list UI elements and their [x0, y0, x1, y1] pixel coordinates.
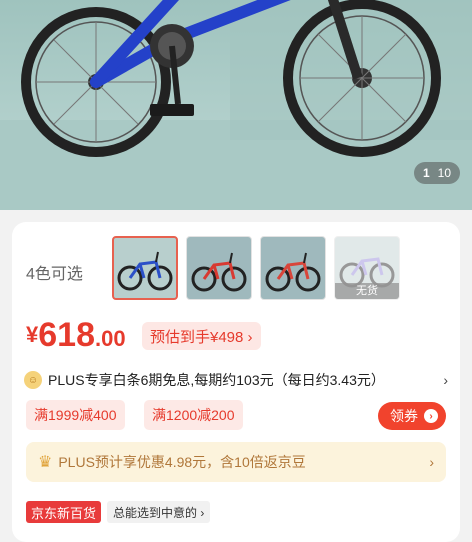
chevron-right-icon: ›	[443, 372, 448, 388]
color-option-red-2[interactable]	[260, 236, 326, 300]
price-decimal: .00	[94, 326, 126, 351]
image-counter-total: 10	[437, 166, 451, 180]
plus-discount-banner[interactable]: ♛ PLUS预计享优惠4.98元，含10倍返京豆 ›	[26, 442, 446, 482]
color-count-label: 4色可选	[26, 266, 83, 283]
color-option-purple[interactable]: 无货	[334, 236, 400, 300]
choice-tag[interactable]: 总能选到中意的 ›	[107, 501, 211, 523]
bike-image	[0, 0, 472, 210]
plus-installment-text: PLUS专享白条6期免息,每期约103元（每日约3.43元）	[48, 372, 385, 388]
price: ¥618.00	[26, 316, 126, 355]
price-integer: 618	[38, 316, 95, 354]
color-selector: 4色可选 无货	[26, 236, 446, 302]
color-option-red[interactable]	[186, 236, 252, 300]
chevron-right-icon: ›	[429, 454, 434, 470]
product-info-card: 4色可选 无货 ¥618.00 预估到手¥498 › ☺ PLUS专享白条6期免…	[12, 222, 460, 542]
get-coupon-label: 领券	[390, 408, 418, 424]
price-row: ¥618.00 预估到手¥498 ›	[26, 316, 446, 360]
sold-out-tag: 无货	[335, 283, 399, 299]
coupon-1999-400[interactable]: 满1999减400	[26, 400, 125, 430]
arrow-right-icon: ›	[424, 409, 438, 423]
plus-badge-icon: ☺	[24, 371, 42, 389]
jd-department-store-tag[interactable]: 京东新百货	[26, 501, 102, 523]
product-gallery[interactable]: 1 10	[0, 0, 472, 210]
estimated-price-button[interactable]: 预估到手¥498 ›	[142, 322, 261, 350]
image-counter: 1 10	[413, 162, 460, 184]
currency-symbol: ¥	[26, 322, 39, 347]
plus-discount-text: PLUS预计享优惠4.98元，含10倍返京豆	[58, 454, 306, 470]
plus-installment-row[interactable]: ☺ PLUS专享白条6期免息,每期约103元（每日约3.43元） ›	[24, 368, 448, 392]
image-counter-current: 1	[422, 166, 430, 180]
crown-icon: ♛	[38, 454, 53, 471]
coupon-row: 满1999减400 满1200减200 领券 ›	[26, 400, 446, 432]
color-option-blue[interactable]	[112, 236, 178, 300]
store-tags-row: 京东新百货 总能选到中意的 ›	[26, 500, 211, 524]
get-coupon-button[interactable]: 领券 ›	[378, 402, 446, 430]
coupon-1200-200[interactable]: 满1200减200	[144, 400, 243, 430]
